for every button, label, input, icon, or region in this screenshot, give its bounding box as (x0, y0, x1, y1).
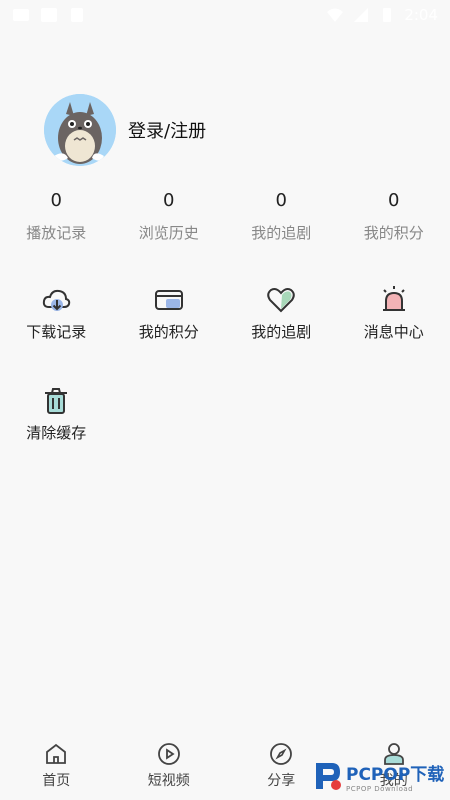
stat-value: 0 (50, 190, 62, 211)
stat-play-history[interactable]: 0 播放记录 (0, 190, 113, 243)
grid-label: 清除缓存 (26, 424, 87, 442)
watermark: PCPOP下载 PCPOP Download (310, 756, 450, 796)
login-register-link[interactable]: 登录/注册 (128, 117, 206, 143)
stat-label: 我的积分 (363, 224, 424, 242)
trash-icon (45, 388, 68, 414)
grid-label: 我的追剧 (251, 323, 312, 341)
stat-browse-history[interactable]: 0 浏览历史 (113, 190, 226, 243)
grid-item-clear-cache[interactable]: 清除缓存 (0, 386, 113, 443)
grid-label: 下载记录 (26, 323, 87, 341)
tab-home[interactable]: 首页 (0, 742, 113, 800)
compass-icon (270, 743, 293, 765)
tab-label: 首页 (42, 773, 71, 789)
app-icon (71, 8, 83, 22)
card-icon (154, 290, 183, 310)
stat-value: 0 (163, 190, 175, 211)
battery-icon (383, 8, 392, 22)
wifi-icon (327, 8, 344, 22)
home-icon (46, 743, 67, 764)
grid-item-download-records[interactable]: 下载记录 (0, 285, 113, 342)
status-bar: 2:04 (0, 0, 450, 30)
grid-item-my-following[interactable]: 我的追剧 (225, 285, 338, 342)
avatar[interactable] (44, 94, 116, 166)
profile-header[interactable]: 登录/注册 (44, 94, 206, 166)
status-right: 2:04 (326, 6, 438, 24)
grid-label: 消息中心 (363, 323, 424, 341)
stat-label: 浏览历史 (138, 224, 199, 242)
stat-my-following[interactable]: 0 我的追剧 (225, 190, 338, 243)
stat-my-points[interactable]: 0 我的积分 (338, 190, 450, 243)
stats-row: 0 播放记录 0 浏览历史 0 我的追剧 0 我的积分 (0, 190, 450, 243)
stat-label: 我的追剧 (251, 224, 312, 242)
play-icon (157, 743, 180, 765)
feature-grid: 下载记录 我的积分 我的追剧 消息中心 清除缓存 (0, 285, 450, 443)
watermark-main: PCPOP下载 (346, 764, 445, 785)
heart-icon (267, 288, 295, 313)
pcpop-logo-icon (316, 763, 341, 790)
tab-label: 短视频 (147, 773, 190, 789)
grid-item-my-points[interactable]: 我的积分 (113, 285, 226, 342)
cloud-download-icon (43, 289, 71, 311)
stat-label: 播放记录 (26, 224, 87, 242)
watermark-text: PCPOP下载 PCPOP Download (346, 760, 444, 793)
notification-icon (41, 8, 57, 22)
status-left (12, 7, 86, 23)
stat-value: 0 (388, 190, 400, 211)
tab-short-video[interactable]: 短视频 (113, 742, 226, 800)
stat-value: 0 (275, 190, 287, 211)
image-icon (13, 9, 29, 21)
alarm-icon (382, 286, 405, 311)
status-time: 2:04 (404, 6, 438, 24)
totoro-avatar-icon (44, 94, 116, 166)
watermark-sub: PCPOP Download (346, 784, 414, 793)
tab-label: 分享 (267, 773, 296, 789)
grid-item-message-center[interactable]: 消息中心 (338, 285, 450, 342)
signal-icon (354, 8, 369, 22)
grid-label: 我的积分 (138, 323, 199, 341)
